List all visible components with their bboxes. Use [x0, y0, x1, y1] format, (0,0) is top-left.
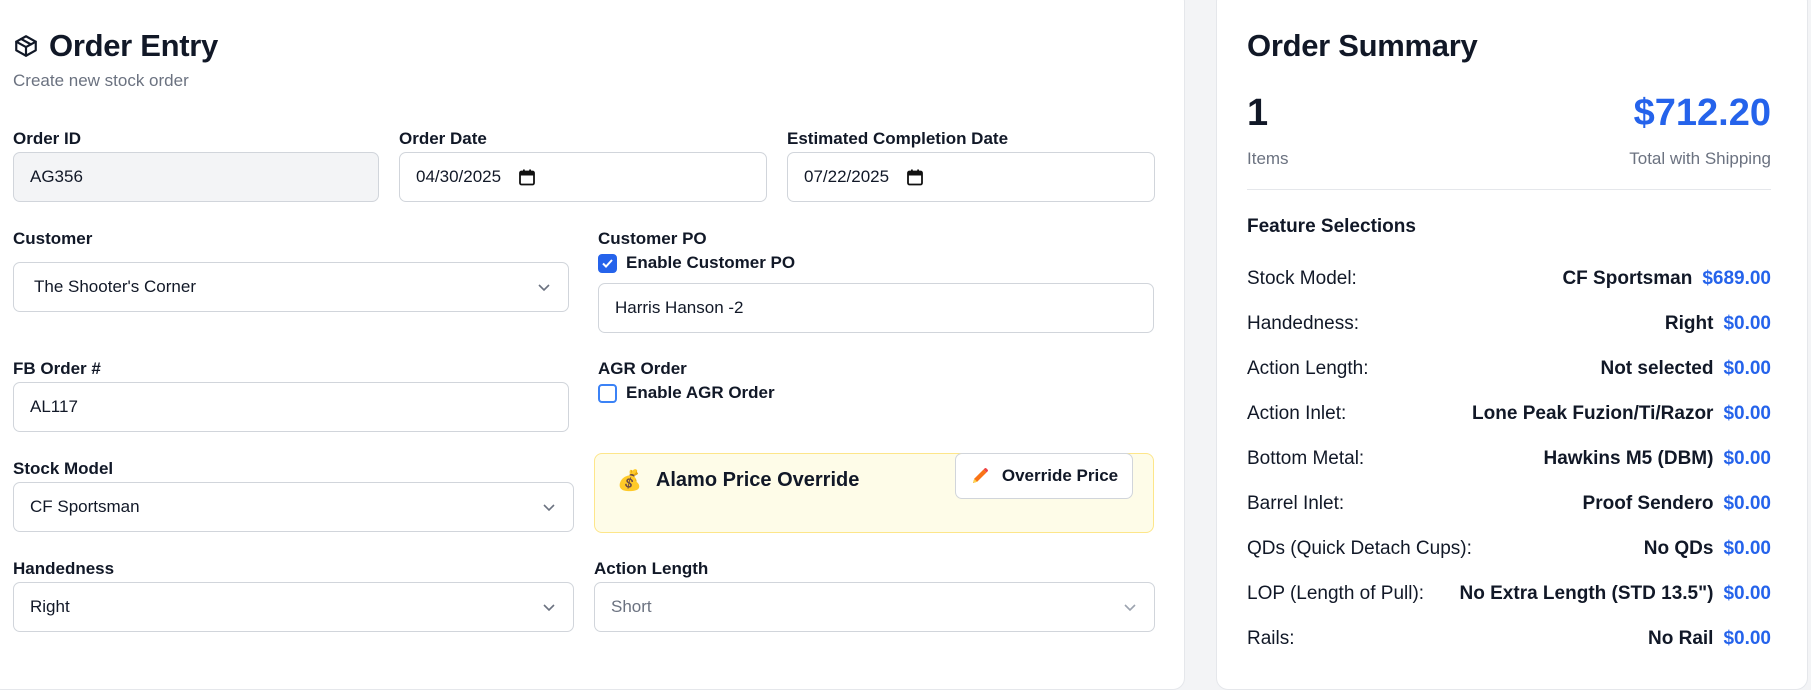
item-count-label: Items	[1247, 149, 1289, 168]
checkmark-icon	[602, 258, 613, 268]
handedness-label: Handedness	[13, 559, 115, 578]
feature-value: CF Sportsman	[1562, 267, 1693, 289]
feature-price: $0.00	[1723, 357, 1771, 379]
feature-value: No QDs	[1643, 537, 1714, 559]
chevron-down-icon	[538, 284, 550, 292]
price-override-title: 💰 Alamo Price Override	[617, 468, 859, 493]
feature-value: Not selected	[1600, 357, 1714, 379]
feature-row: LOP (Length of Pull): No Extra Length (ST…	[1247, 571, 1771, 616]
feature-price: $689.00	[1702, 267, 1771, 289]
order-date-input[interactable]: 04/30/2025	[399, 152, 767, 202]
price-override-title-text: Alamo Price Override	[655, 469, 860, 491]
total-price-label: Total with Shipping	[1629, 149, 1771, 168]
feature-label: Bottom Metal:	[1247, 447, 1365, 469]
item-count: 1	[1247, 92, 1269, 134]
feature-label: Stock Model:	[1247, 267, 1357, 289]
override-price-label: Override Price	[1001, 466, 1119, 485]
fb-order-label: FB Order #	[13, 359, 101, 378]
feature-row: QDs (Quick Detach Cups): No QDs $0.00	[1247, 526, 1771, 571]
feature-value: Lone Peak Fuzion/Ti/Razor	[1472, 402, 1714, 424]
feature-value: Proof Sendero	[1582, 492, 1714, 514]
est-completion-value: 07/22/2025	[804, 167, 890, 186]
enable-customer-po-checkbox[interactable]	[598, 253, 617, 273]
feature-price: $0.00	[1723, 537, 1771, 559]
override-price-button[interactable]: Override Price	[955, 453, 1133, 499]
action-length-value: Short	[611, 597, 652, 616]
feature-list: Stock Model: CF Sportsman $689.00 Handedne…	[1247, 256, 1771, 661]
customer-po-input[interactable]: Harris Hanson -2	[598, 283, 1154, 333]
feature-value: No Extra Length (STD 13.5")	[1459, 582, 1714, 604]
package-icon	[15, 35, 37, 57]
feature-label: Barrel Inlet:	[1247, 492, 1345, 514]
summary-divider	[1247, 189, 1771, 190]
feature-label: QDs (Quick Detach Cups):	[1247, 537, 1472, 559]
feature-price: $0.00	[1723, 492, 1771, 514]
handedness-select[interactable]: Right	[13, 582, 574, 632]
page-header: Order Entry	[13, 28, 218, 64]
feature-price: $0.00	[1723, 402, 1771, 424]
order-id-value: AG356	[30, 167, 83, 186]
feature-label: LOP (Length of Pull):	[1247, 582, 1425, 604]
feature-row: Action Inlet: Lone Peak Fuzion/Ti/Razor $0…	[1247, 391, 1771, 436]
handedness-value: Right	[30, 597, 70, 616]
feature-label: Action Length:	[1247, 357, 1369, 379]
customer-select[interactable]: The Shooter's Corner	[13, 262, 569, 312]
chevron-down-icon	[543, 604, 555, 612]
action-length-select[interactable]: Short	[594, 582, 1155, 632]
feature-label: Rails:	[1247, 627, 1295, 649]
total-price: $712.20	[1633, 92, 1771, 134]
feature-value: Hawkins M5 (DBM)	[1543, 447, 1714, 469]
customer-po-label: Customer PO	[598, 229, 707, 248]
page-subtitle: Create new stock order	[13, 71, 189, 90]
order-id-field[interactable]: AG356	[13, 152, 379, 202]
feature-value: Right	[1664, 312, 1714, 334]
agr-order-label: AGR Order	[598, 359, 687, 378]
customer-po-value: Harris Hanson -2	[615, 298, 744, 317]
page-title: Order Entry	[49, 28, 218, 63]
enable-agr-order-checkbox[interactable]	[598, 383, 617, 403]
feature-price: $0.00	[1723, 312, 1771, 334]
enable-customer-po-toggle[interactable]: Enable Customer PO	[598, 253, 795, 273]
stock-model-label: Stock Model	[13, 459, 114, 478]
order-date-value: 04/30/2025	[416, 167, 502, 186]
order-id-label: Order ID	[13, 129, 82, 148]
feature-price: $0.00	[1723, 447, 1771, 469]
est-completion-label: Estimated Completion Date	[787, 129, 1009, 148]
customer-label: Customer	[13, 229, 93, 248]
feature-row: Action Length: Not selected $0.00	[1247, 346, 1771, 391]
chevron-down-icon	[543, 504, 555, 512]
feature-row: Bottom Metal: Hawkins M5 (DBM) $0.00	[1247, 436, 1771, 481]
feature-selections-heading: Feature Selections	[1247, 216, 1416, 237]
customer-value: The Shooter's Corner	[34, 277, 196, 296]
stock-model-select[interactable]: CF Sportsman	[13, 482, 574, 532]
feature-label: Handedness:	[1247, 312, 1359, 334]
feature-row: Stock Model: CF Sportsman $689.00	[1247, 256, 1771, 301]
feature-row: Rails: No Rail $0.00	[1247, 616, 1771, 661]
fb-order-value: AL117	[30, 397, 78, 416]
feature-row: Barrel Inlet: Proof Sendero $0.00	[1247, 481, 1771, 526]
calendar-icon[interactable]	[519, 169, 535, 186]
chevron-down-icon	[1124, 604, 1136, 612]
feature-price: $0.00	[1723, 627, 1771, 649]
enable-agr-order-label: Enable AGR Order	[626, 383, 775, 402]
money-bag-icon: 💰	[617, 470, 642, 492]
feature-value: No Rail	[1648, 627, 1714, 649]
feature-label: Action Inlet:	[1247, 402, 1347, 424]
stock-model-value: CF Sportsman	[30, 497, 140, 516]
action-length-label: Action Length	[594, 559, 709, 578]
enable-customer-po-label: Enable Customer PO	[626, 253, 796, 272]
feature-row: Handedness: Right $0.00	[1247, 301, 1771, 346]
fb-order-input[interactable]: AL117	[13, 382, 569, 432]
feature-price: $0.00	[1723, 582, 1771, 604]
summary-title: Order Summary	[1247, 28, 1478, 63]
calendar-icon[interactable]	[907, 169, 923, 186]
enable-agr-order-toggle[interactable]: Enable AGR Order	[598, 383, 775, 403]
order-date-label: Order Date	[399, 129, 487, 148]
est-completion-input[interactable]: 07/22/2025	[787, 152, 1155, 202]
pencil-icon	[972, 468, 988, 483]
